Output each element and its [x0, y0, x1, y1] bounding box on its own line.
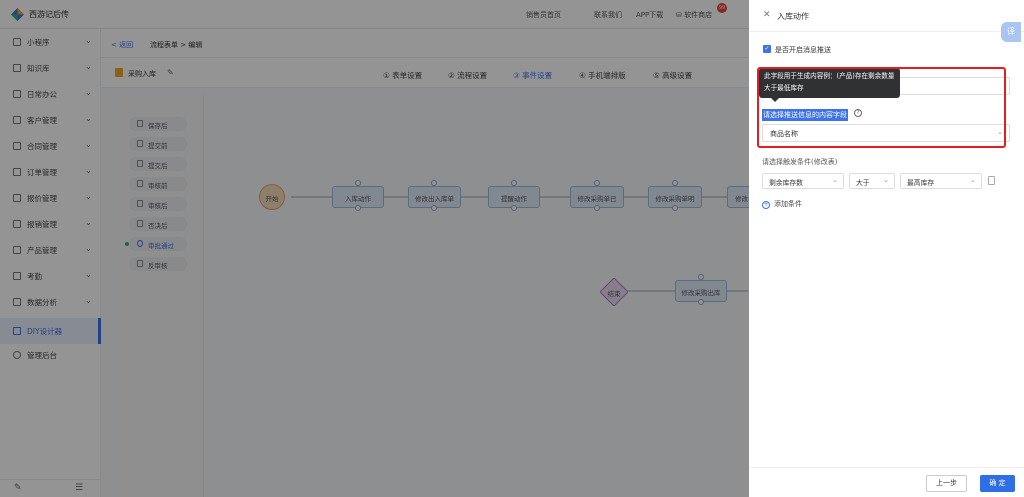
trash-icon[interactable]	[988, 176, 995, 185]
action-drawer: ✕ 入库动作 译 ✓ 是否开启消息推送 此字段用于生成内容例：(产品)存在剩余数…	[749, 0, 1024, 497]
drawer-footer: 上一步 确 定	[749, 467, 1024, 497]
push-checkbox[interactable]: ✓	[763, 45, 771, 53]
app-root: 西游记后传 销售员首页 联系我们 APP下载 ⛁ 软件商店 99 小程序 ⌄ 知识…	[0, 0, 1024, 497]
select-value: 大于	[856, 179, 870, 187]
select-value: 最高库存	[907, 179, 935, 187]
add-condition-button[interactable]: + 添加条件	[762, 199, 802, 209]
prev-step-button[interactable]: 上一步	[926, 475, 967, 492]
add-condition-label: 添加条件	[774, 200, 802, 208]
select-value: 剩余库存数	[769, 179, 803, 187]
push-checkbox-label: 是否开启消息推送	[775, 46, 831, 54]
confirm-button[interactable]: 确 定	[980, 475, 1015, 492]
condition-field-select[interactable]: 剩余库存数 ⌄	[762, 173, 844, 189]
condition-label: 请选择触发条件(修改表)	[762, 158, 838, 166]
drawer-header: ✕ 入库动作	[749, 0, 1024, 32]
condition-target-select[interactable]: 最高库存 ⌄	[900, 173, 982, 189]
close-icon[interactable]: ✕	[763, 10, 771, 20]
modal-overlay[interactable]	[0, 0, 749, 497]
translate-button[interactable]: 译	[1001, 22, 1021, 42]
condition-op-select[interactable]: 大于 ⌄	[849, 173, 895, 189]
chevron-down-icon: ⌄	[883, 176, 889, 184]
drawer-title: 入库动作	[777, 12, 809, 21]
chevron-down-icon: ⌄	[832, 176, 838, 184]
chevron-down-icon: ⌄	[970, 176, 976, 184]
highlight-annotation	[757, 67, 1006, 148]
plus-icon: +	[762, 201, 770, 209]
